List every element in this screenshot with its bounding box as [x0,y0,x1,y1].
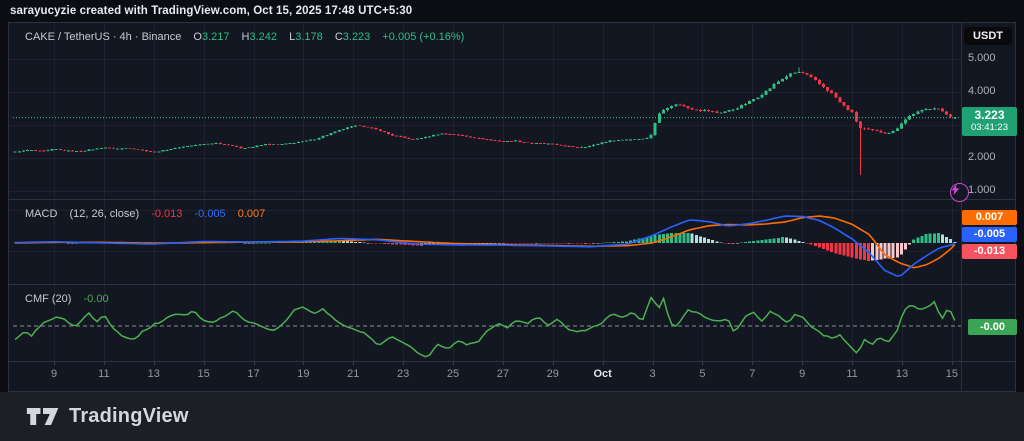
close-value: 3.223 [343,31,371,43]
time-tick-label: 5 [680,368,724,380]
time-tick-label: 7 [730,368,774,380]
time-tick-label: 9 [780,368,824,380]
price-tick-label: 4.000 [968,85,996,97]
time-tick-label: 11 [82,368,126,380]
time-tick-label: 23 [381,368,425,380]
footer: TradingView [0,392,1024,441]
tradingview-logo[interactable]: TradingView [26,405,189,428]
close-label: C [335,31,343,43]
bar-countdown: 03:41:23 [962,122,1017,133]
price-axis[interactable]: 5.000 4.000 2.000 1.000 [961,23,1015,361]
low-value: 3.178 [295,31,323,43]
open-label: O [193,31,202,43]
macd-hist-value: -0.013 [151,208,182,220]
tradingview-logo-text: TradingView [69,405,189,428]
time-tick-label: 9 [32,368,76,380]
price-tick-label: 2.000 [968,151,996,163]
open-value: 3.217 [202,31,230,43]
time-tick-label: 13 [132,368,176,380]
cmf-title[interactable]: CMF (20) [25,293,71,305]
boost-lightning-icon[interactable] [950,183,969,202]
time-tick-label: 3 [631,368,675,380]
time-tick-label: 21 [331,368,375,380]
price-tick-label: 1.000 [968,184,996,196]
lightning-glyph [951,184,960,195]
last-price-value: 3.223 [962,109,1017,122]
symbol-title[interactable]: CAKE / TetherUS · 4h · Binance [25,31,181,43]
macd-signal-badge: 0.007 [962,210,1017,225]
time-tick-label: 25 [431,368,475,380]
cmf-value: -0.00 [84,293,109,305]
change-value: +0.005 (+0.16%) [382,31,464,43]
attribution-text: sarayucyzie created with TradingView.com… [0,0,1024,22]
cmf-legend[interactable]: CMF (20) -0.00 [25,292,109,307]
macd-title[interactable]: MACD [25,208,57,220]
time-tick-label: 13 [880,368,924,380]
macd-line-value: -0.005 [194,208,225,220]
time-tick-label: 11 [830,368,874,380]
time-tick-label: Oct [581,368,625,380]
cmf-badge: -0.00 [968,319,1017,335]
time-tick-label: 15 [182,368,226,380]
macd-legend[interactable]: MACD (12, 26, close) -0.013 -0.005 0.007 [25,207,265,222]
macd-signal-value: 0.007 [238,208,266,220]
time-tick-label: 17 [232,368,276,380]
time-tick-label: 27 [481,368,525,380]
high-label: H [242,31,250,43]
high-value: 3.242 [250,31,278,43]
tradingview-snapshot: sarayucyzie created with TradingView.com… [0,0,1024,441]
last-price-badge: 3.223 03:41:23 [962,107,1017,136]
time-tick-label: 19 [281,368,325,380]
macd-line-badge: -0.005 [962,227,1017,242]
time-tick-label: 15 [930,368,974,380]
tradingview-logo-icon [26,406,60,427]
price-tick-label: 5.000 [968,52,996,64]
macd-params: (12, 26, close) [69,208,139,220]
time-axis[interactable]: 911131517192123252729Oct3579111315 [9,361,1015,391]
macd-hist-badge: -0.013 [962,244,1017,259]
time-tick-label: 29 [531,368,575,380]
currency-toggle-button[interactable]: USDT [964,27,1012,45]
symbol-legend[interactable]: CAKE / TetherUS · 4h · Binance O3.217 H3… [25,30,464,45]
chart-panel[interactable]: CAKE / TetherUS · 4h · Binance O3.217 H3… [8,22,1016,392]
